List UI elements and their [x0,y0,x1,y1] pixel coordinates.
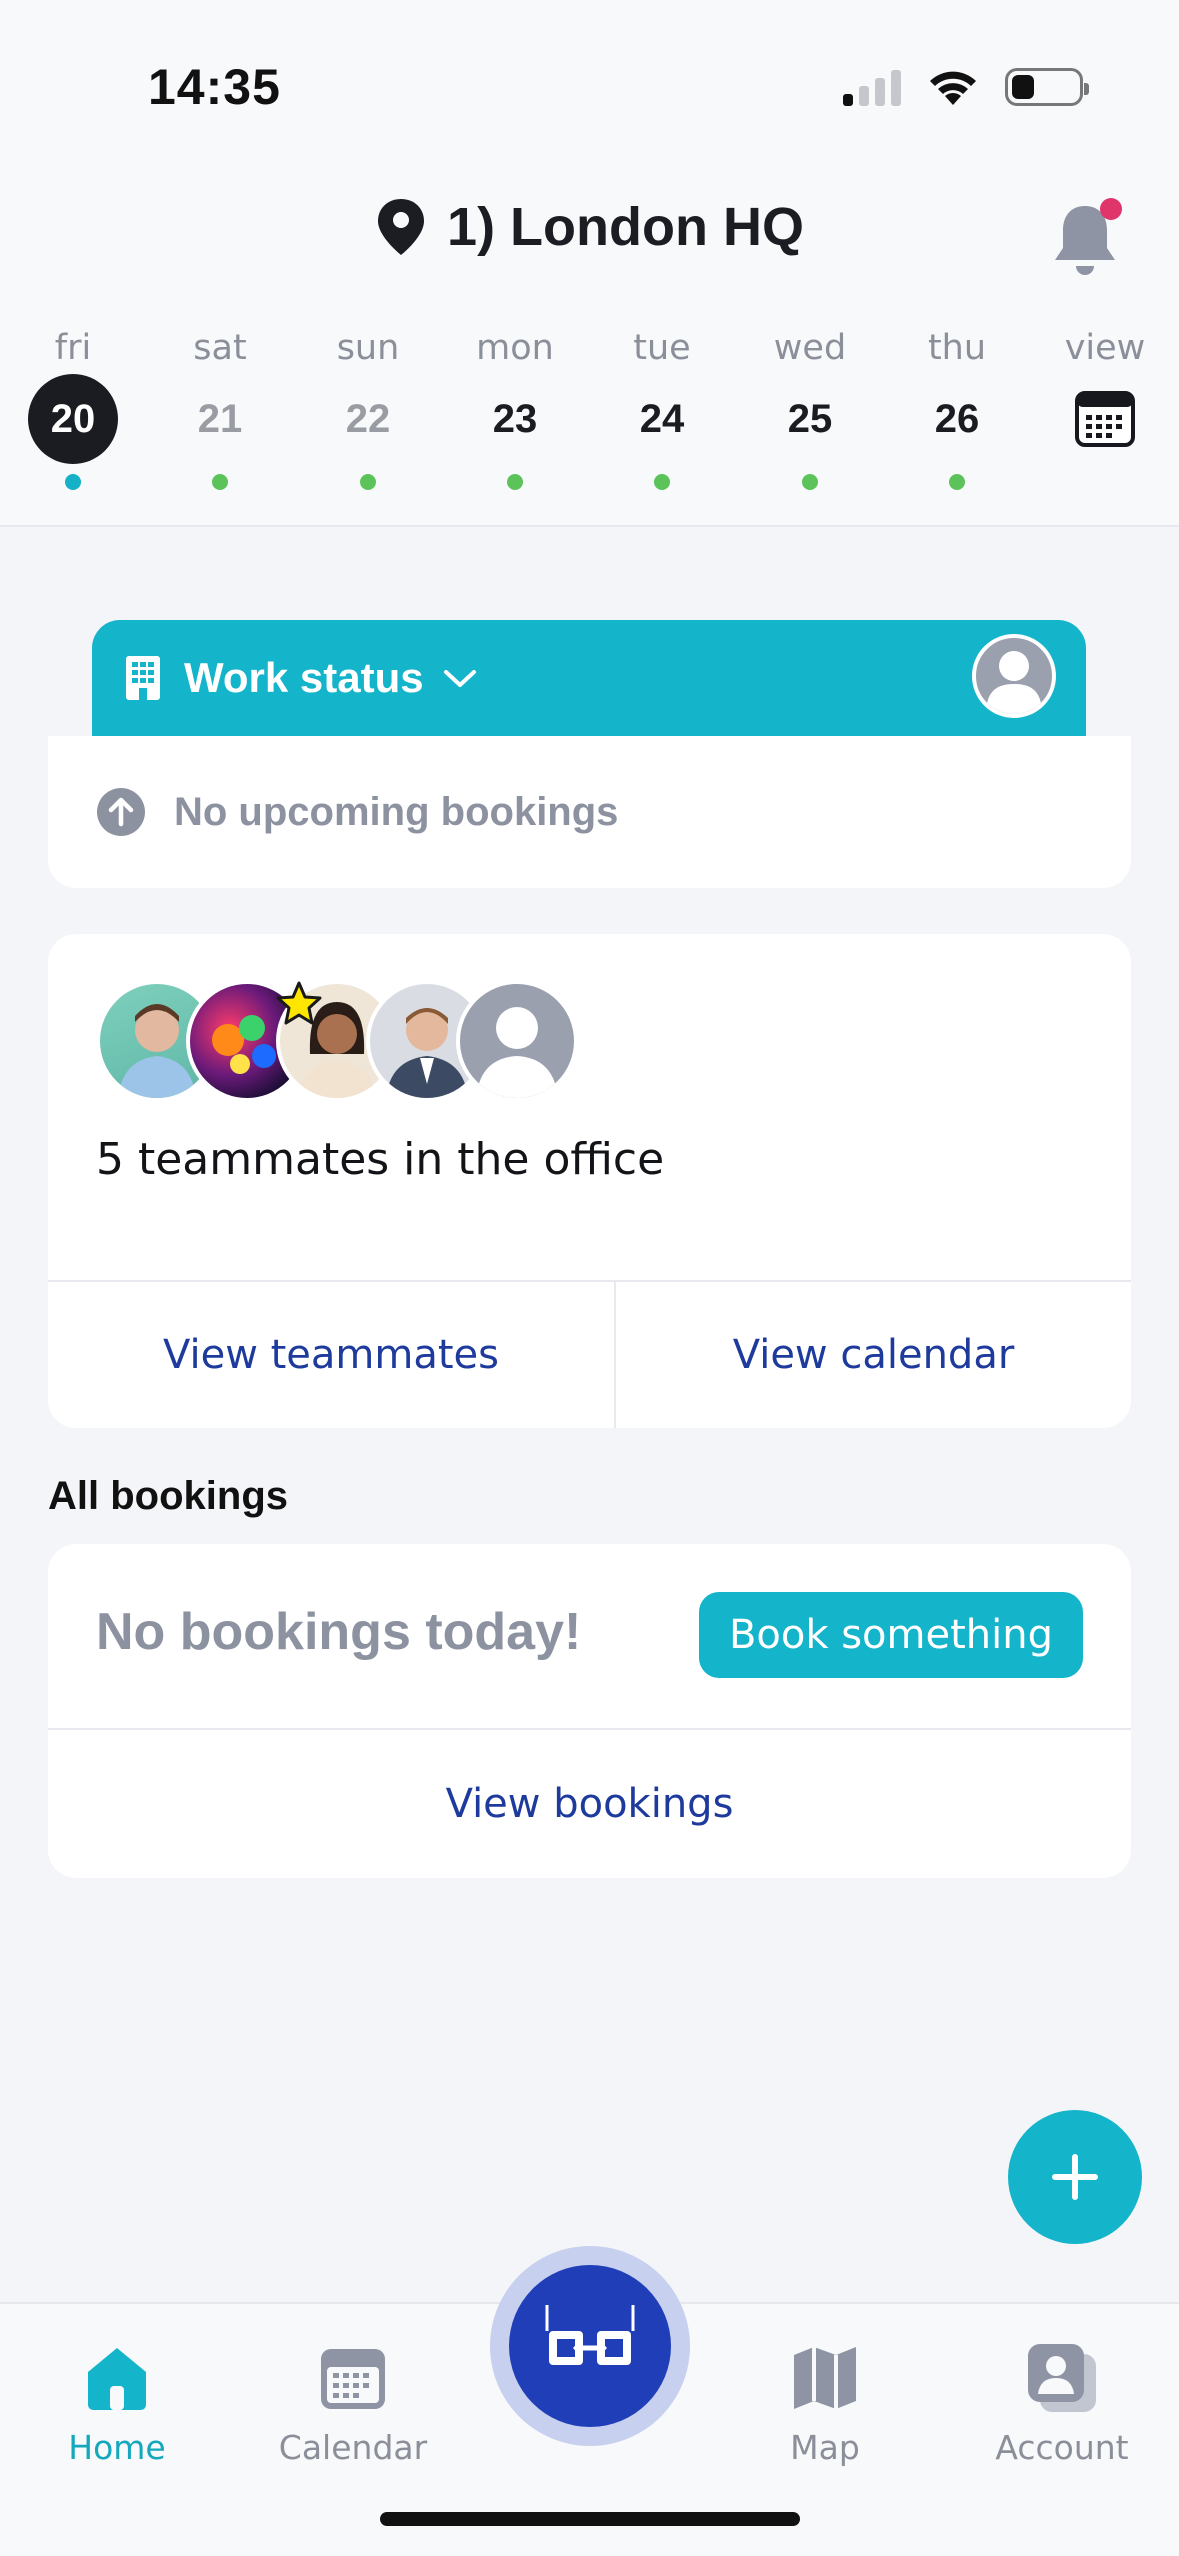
tab-label: Calendar [278,2428,428,2467]
plus-icon [1052,2154,1098,2200]
day-sat[interactable]: sat 21 [160,322,280,490]
day-name: wed [773,328,847,368]
home-indicator [380,2512,800,2526]
book-something-button[interactable]: Book something [698,1592,1083,1678]
cellular-signal-icon [843,68,901,106]
day-thu[interactable]: thu 26 [897,322,1017,490]
teammates-card: 5 teammates in the office View teammates… [48,934,1131,1428]
status-icons [843,62,1089,112]
location-selector[interactable]: 1) London HQ [0,196,1179,258]
status-time: 14:35 [148,59,281,115]
day-picker: fri 20 sat 21 sun 22 mon 23 tue 24 wed 2… [0,322,1179,522]
day-name: tue [633,328,691,368]
day-indicator-dot [507,474,523,490]
teammate-avatars [96,980,616,1104]
account-icon [1028,2344,1096,2412]
day-number: 25 [787,397,833,441]
upcoming-bookings-text: No upcoming bookings [174,789,619,834]
view-bookings-button[interactable]: View bookings [48,1730,1131,1878]
day-number: 21 [197,397,243,441]
bookings-card: No bookings today! Book something View b… [48,1544,1131,1878]
location-title: 1) London HQ [447,197,804,257]
chevron-down-icon [443,670,476,687]
wifi-icon [930,71,976,105]
upcoming-bookings-card: No upcoming bookings [48,736,1131,888]
work-status-header[interactable]: Work status [92,620,1086,736]
tab-home[interactable]: Home [17,2338,217,2467]
star-icon [276,981,322,1025]
day-indicator-dot [654,474,670,490]
notification-badge [1100,198,1122,220]
day-name: sun [336,328,400,368]
building-icon [126,656,160,700]
desk-connect-icon [545,2305,635,2365]
day-indicator-dot [802,474,818,490]
no-bookings-text: No bookings today! [96,1603,582,1661]
tab-map[interactable]: Map [725,2338,925,2467]
scan-checkin-button[interactable] [490,2246,690,2446]
day-mon[interactable]: mon 23 [455,322,575,490]
day-sun[interactable]: sun 22 [308,322,428,490]
day-name: sat [193,328,247,368]
tab-label: Home [68,2428,166,2467]
day-wed[interactable]: wed 25 [750,322,870,490]
tab-label: Account [995,2428,1129,2467]
all-bookings-heading: All bookings [48,1474,288,1518]
add-fab-button[interactable] [1008,2110,1142,2244]
day-fri[interactable]: fri 20 [13,322,133,490]
tab-label: Map [790,2428,860,2467]
user-silhouette-icon [986,651,1042,714]
calendar-icon [1075,391,1135,447]
tab-calendar[interactable]: Calendar [253,2338,453,2467]
arrow-up-circle-icon [97,788,145,836]
calendar-view-button[interactable]: view [1045,322,1165,464]
teammate-avatar[interactable] [456,980,578,1102]
battery-icon [1005,68,1089,106]
work-status-title: Work status [184,654,424,701]
day-indicator-dot [212,474,228,490]
day-number: 20 [28,374,118,464]
day-number: 26 [934,397,980,441]
day-indicator-dot [65,474,81,490]
calendar-icon [321,2349,385,2409]
view-teammates-button[interactable]: View teammates [48,1282,614,1428]
teammates-in-office-text: 5 teammates in the office [96,1134,665,1185]
map-icon [794,2347,856,2409]
day-number: 24 [639,397,685,441]
day-indicator-dot [949,474,965,490]
day-number: 23 [492,397,538,441]
day-name: fri [54,328,92,368]
view-calendar-button[interactable]: View calendar [616,1282,1131,1428]
tab-account[interactable]: Account [962,2338,1162,2467]
day-number: 22 [345,397,391,441]
day-name: mon [476,328,554,368]
location-pin-icon [378,199,425,255]
top-area: 14:35 1) London HQ fri 20 sat 21 sun 22 … [0,0,1179,527]
day-name: thu [927,328,987,368]
day-indicator-dot [360,474,376,490]
view-label: view [1064,328,1146,368]
home-icon [88,2348,146,2410]
day-tue[interactable]: tue 24 [602,322,722,490]
user-avatar[interactable] [972,634,1056,718]
